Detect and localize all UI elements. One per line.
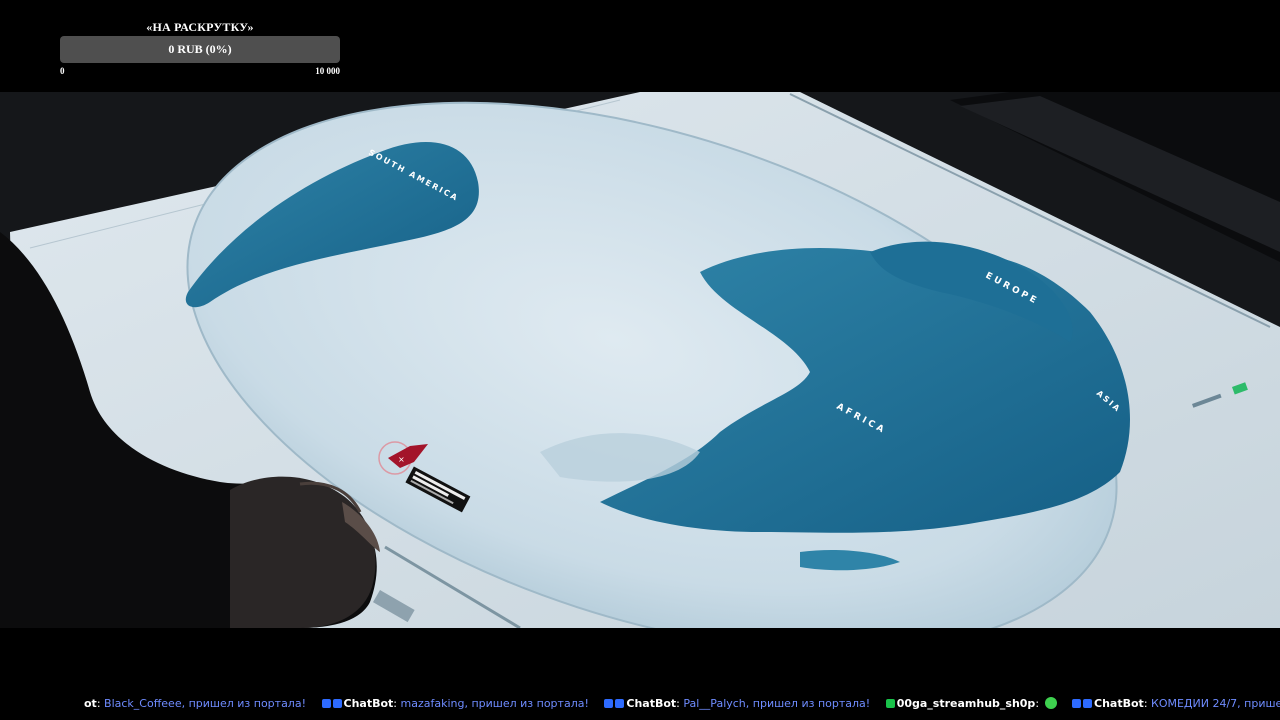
chat-text: mazafaking, пришел из портала! [400, 697, 589, 710]
bot-badge-icon [1083, 699, 1093, 708]
bot-badge-icon [332, 699, 342, 708]
goal-max-label: 10 000 [315, 66, 340, 76]
chat-message: ChatBot: Pal__Palych, пришел из портала! [604, 694, 870, 714]
svg-text:×: × [398, 455, 405, 464]
bot-badge-icon [1072, 699, 1082, 708]
bot-badge-icon [321, 699, 331, 708]
chat-text: Black_Coffeee, пришел из портала! [104, 697, 306, 710]
chat-username: ChatBot [343, 697, 394, 710]
goal-amount-text: 0 RUB (0%) [168, 42, 232, 56]
goal-min-label: 0 [60, 66, 65, 76]
bot-badge-icon [604, 699, 614, 708]
chat-username: 00ga_streamhub_sh0p [896, 697, 1036, 710]
chat-username: ChatBot [1094, 697, 1144, 710]
frog-emote-icon [1044, 697, 1057, 709]
chat-message: ChatBot: mazafaking, пришел из портала! [321, 694, 589, 714]
goal-title: «НА РАСКРУТКУ» [146, 20, 254, 34]
video-frame[interactable]: SOUTH AMERICA EUROPE AFRICA ASIA × [0, 92, 1280, 628]
goal-range: 0 10 000 [60, 66, 340, 80]
chat-username: ot [84, 697, 97, 710]
chat-ticker-track: ot: Black_Coffeee, пришел из портала! Ch… [84, 694, 1280, 714]
chat-text: Pal__Palych, пришел из портала! [683, 697, 871, 710]
chat-text: КОМЕДИИ 24/7, пришел из портала! [1151, 697, 1280, 710]
chat-message: 00ga_streamhub_sh0p: [885, 694, 1057, 714]
chat-message: ChatBot: КОМЕДИИ 24/7, пришел из портала… [1072, 694, 1280, 714]
chat-ticker: ot: Black_Coffeee, пришел из портала! Ch… [0, 694, 1280, 714]
stream-overlay: «НА РАСКРУТКУ» 0 RUB (0%) 0 10 000 SOUTH… [0, 0, 1280, 720]
streamer-badge-icon [885, 699, 895, 708]
goal-progress-bar: 0 RUB (0%) [60, 36, 340, 63]
donation-goal-widget: «НА РАСКРУТКУ» 0 RUB (0%) 0 10 000 [60, 18, 340, 80]
map-table-scene: SOUTH AMERICA EUROPE AFRICA ASIA × [0, 92, 1280, 628]
chat-username: ChatBot [626, 697, 677, 710]
chat-message: ot: Black_Coffeee, пришел из портала! [84, 697, 306, 710]
bot-badge-icon [615, 699, 625, 708]
